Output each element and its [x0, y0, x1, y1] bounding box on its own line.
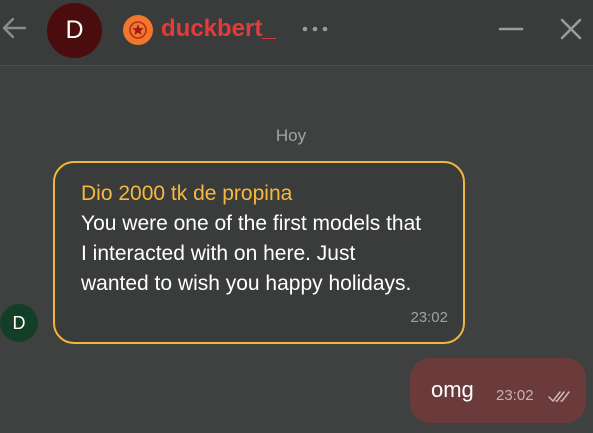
tip-message-bubble: Dio 2000 tk de propina You were one of t… — [53, 161, 465, 344]
message-text: You were one of the first models that I … — [81, 212, 422, 295]
contact-avatar[interactable]: D — [47, 3, 102, 58]
more-dots-icon — [302, 26, 328, 32]
back-button[interactable] — [0, 14, 28, 42]
close-button[interactable] — [556, 14, 586, 44]
sender-avatar[interactable]: D — [0, 304, 38, 342]
outgoing-message-text: omg — [431, 377, 474, 402]
star-badge-icon — [123, 15, 153, 45]
contact-username[interactable]: duckbert_ — [161, 15, 276, 43]
close-icon — [560, 18, 582, 40]
minimize-button[interactable] — [496, 14, 526, 44]
message-timestamp: 23:02 — [410, 309, 448, 326]
outgoing-message-bubble: omg 23:02 — [410, 358, 586, 423]
double-check-icon — [548, 391, 570, 402]
more-options-button[interactable] — [298, 21, 332, 37]
outgoing-message-timestamp: 23:02 — [496, 387, 534, 404]
arrow-left-icon — [2, 17, 27, 39]
tip-label: Dio 2000 tk de propina — [81, 182, 293, 205]
chat-header: D duckbert_ — [0, 0, 593, 66]
date-separator: Hoy — [275, 126, 307, 145]
minimize-icon — [498, 27, 524, 31]
